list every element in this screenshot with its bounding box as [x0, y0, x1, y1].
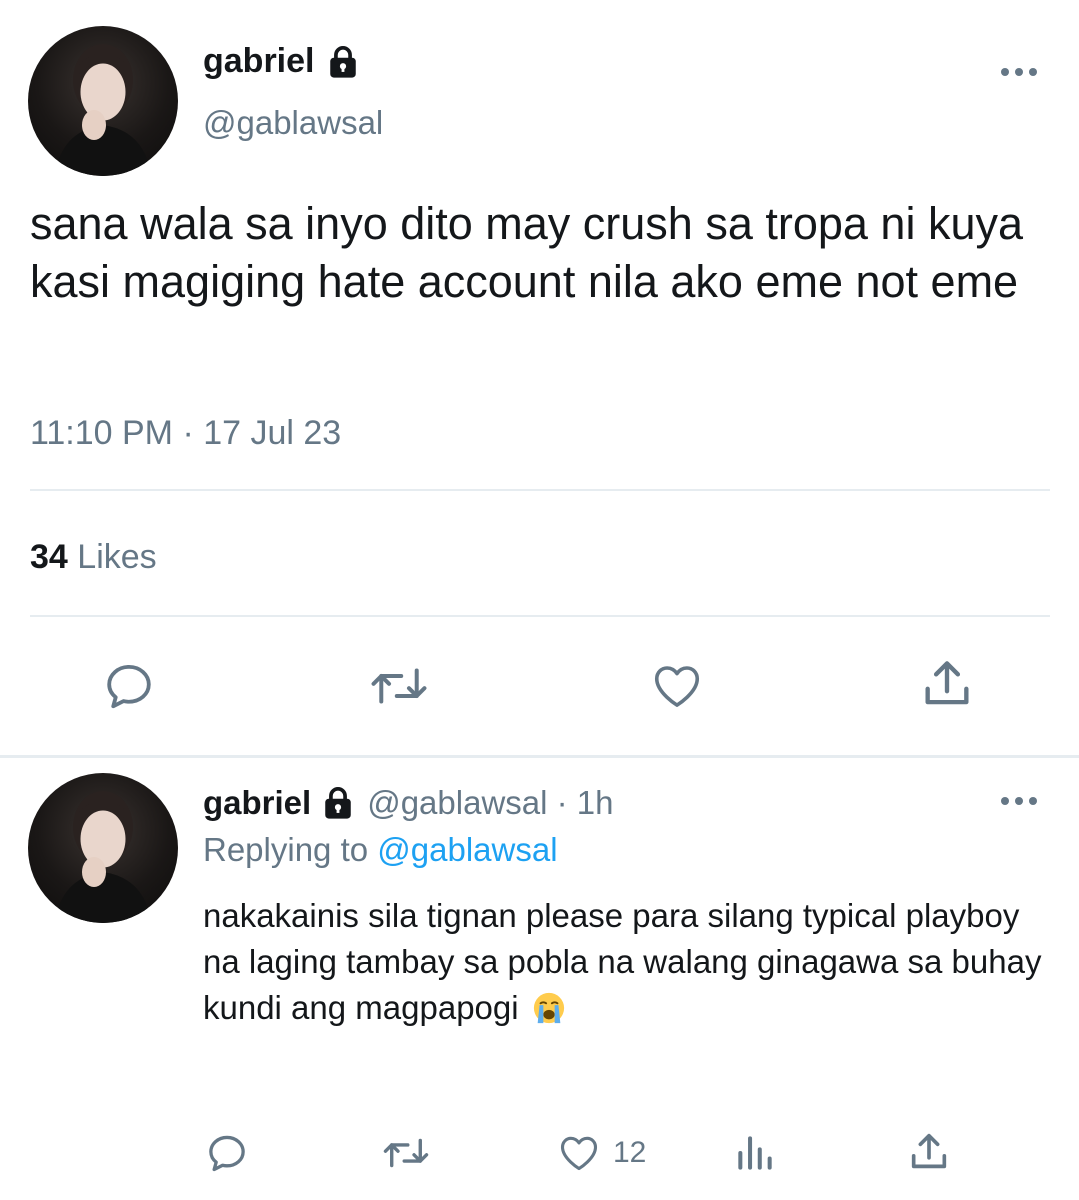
analytics-icon	[738, 1136, 772, 1170]
likes-count: 34	[30, 538, 68, 576]
reply-icon	[209, 1135, 245, 1172]
lock-icon	[330, 45, 357, 78]
share-button[interactable]	[918, 655, 976, 713]
reply-handle-time[interactable]: @gablawsal · 1h	[367, 784, 613, 822]
reply-display-name[interactable]: gabriel	[203, 784, 311, 822]
avatar[interactable]	[28, 26, 178, 176]
retweet-icon	[383, 1138, 429, 1168]
display-name-text[interactable]: gabriel	[203, 42, 314, 81]
tweet-detail-page: gabriel @gablawsal sana wala sa inyo dit…	[0, 0, 1079, 1200]
reply-header: gabriel @gablawsal · 1h	[203, 784, 614, 822]
like-icon	[560, 1136, 598, 1171]
loudly-crying-face-icon	[533, 992, 564, 1024]
reply-button[interactable]	[102, 659, 156, 713]
share-icon	[925, 661, 969, 705]
reply-like-count: 12	[613, 1136, 647, 1169]
reply-icon	[107, 664, 151, 709]
like-button[interactable]	[648, 659, 706, 713]
handle[interactable]: @gablawsal	[203, 104, 383, 142]
analytics-button[interactable]	[733, 1131, 777, 1175]
divider	[30, 615, 1050, 617]
reply-share-button[interactable]	[906, 1129, 952, 1175]
tweet-timestamp[interactable]: 11:10 PM · 17 Jul 23	[30, 414, 341, 453]
reply-retweet-button[interactable]	[381, 1131, 431, 1175]
likes-count-link[interactable]: 34 Likes	[30, 538, 157, 577]
retweet-icon	[371, 668, 427, 704]
divider	[30, 489, 1050, 491]
reply-avatar[interactable]	[28, 773, 178, 923]
reply-text: nakakainis sila tignan please para silan…	[203, 893, 1063, 1031]
reply-reply-button[interactable]	[205, 1131, 249, 1175]
likes-label: Likes	[77, 538, 157, 576]
share-icon	[911, 1133, 947, 1169]
lock-icon	[325, 787, 351, 819]
replying-to: Replying to @gablawsal	[203, 831, 558, 869]
retweet-button[interactable]	[368, 659, 430, 713]
like-icon	[654, 666, 700, 707]
reply-like-button[interactable]: 12	[555, 1131, 646, 1175]
display-name[interactable]: gabriel	[203, 42, 360, 81]
replying-label: Replying to	[203, 831, 369, 868]
section-divider	[0, 755, 1079, 758]
more-options-icon[interactable]	[999, 66, 1039, 78]
tweet-text: sana wala sa inyo dito may crush sa trop…	[30, 198, 1024, 307]
reply-text-body: nakakainis sila tignan please para silan…	[203, 897, 1042, 1026]
replying-mention-link[interactable]: @gablawsal	[377, 831, 557, 868]
more-options-icon[interactable]	[999, 795, 1039, 807]
